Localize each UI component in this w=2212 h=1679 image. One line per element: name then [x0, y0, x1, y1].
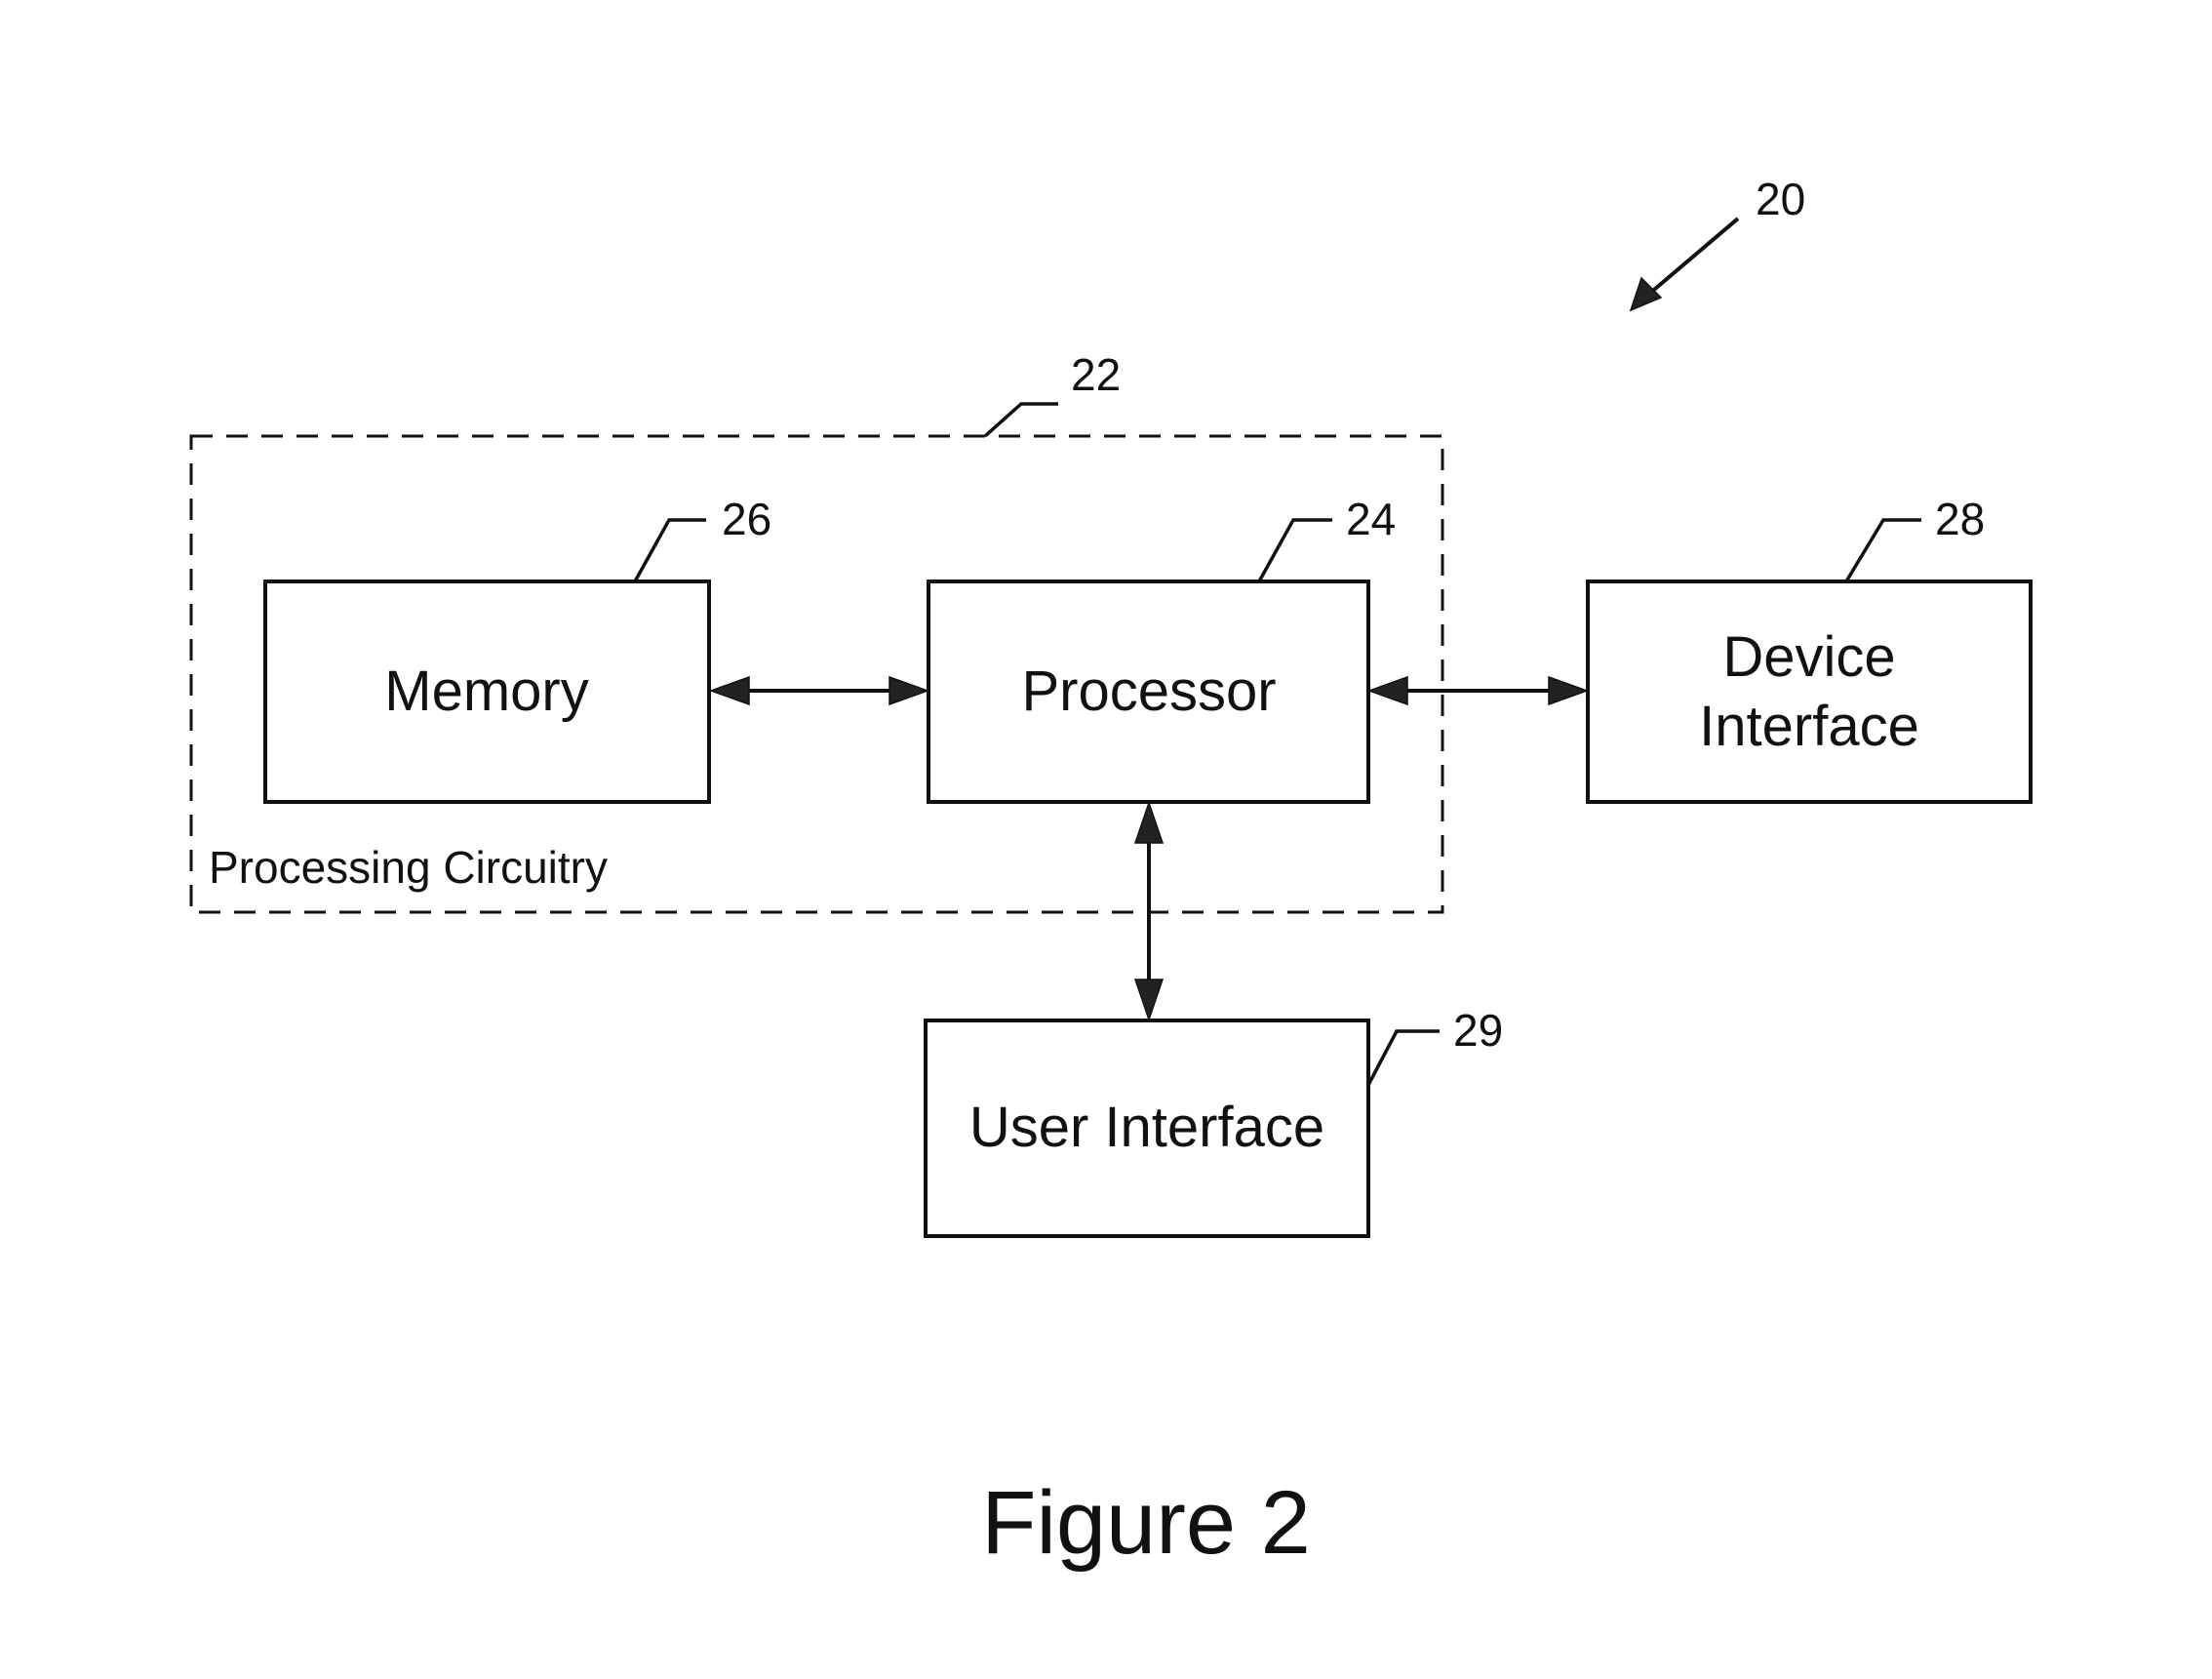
device-interface-ref-label: 28 — [1935, 494, 1985, 544]
memory-label: Memory — [384, 660, 588, 723]
processing-circuitry-label: Processing Circuitry — [209, 842, 608, 893]
figure-caption: Figure 2 — [981, 1473, 1311, 1573]
arrowhead-left-icon — [708, 675, 750, 706]
user-interface-ref-label: 29 — [1453, 1005, 1503, 1056]
group-ref-leader — [983, 402, 1058, 438]
connector-memory-processor — [708, 675, 930, 706]
arrowhead-up-icon — [1133, 800, 1165, 844]
device-interface-label-line2: Interface — [1699, 695, 1919, 758]
device-interface-label-line1: Device — [1722, 625, 1895, 689]
arrowhead-right-icon — [1548, 675, 1590, 706]
device-interface-box — [1586, 580, 2033, 804]
memory-ref-leader — [633, 518, 706, 582]
user-interface-label: User Interface — [969, 1096, 1324, 1159]
connector-processor-device-interface — [1366, 675, 1590, 706]
system-ref-20: 20 — [1629, 174, 1805, 312]
device-interface-block: Device Interface 28 — [1586, 494, 2033, 804]
memory-ref-label: 26 — [722, 494, 771, 544]
arrowhead-down-icon — [1133, 979, 1165, 1022]
processor-label: Processor — [1021, 660, 1276, 723]
system-ref-label: 20 — [1756, 174, 1805, 224]
user-interface-ref-leader — [1366, 1029, 1440, 1086]
processor-block: Processor 24 — [927, 494, 1396, 804]
arrowhead-right-icon — [889, 675, 930, 706]
memory-block: Memory 26 — [263, 494, 771, 804]
group-ref-label: 22 — [1071, 349, 1121, 400]
system-ref-arrow-line — [1646, 217, 1740, 297]
block-diagram: 20 Processing Circuitry 22 Memory 26 Pro… — [189, 174, 2033, 1573]
user-interface-block: User Interface 29 — [924, 1005, 1503, 1238]
processor-ref-leader — [1257, 518, 1332, 582]
system-ref-arrowhead-icon — [1629, 276, 1663, 312]
device-interface-ref-leader — [1844, 518, 1921, 582]
processor-ref-label: 24 — [1346, 494, 1396, 544]
arrowhead-left-icon — [1366, 675, 1408, 706]
